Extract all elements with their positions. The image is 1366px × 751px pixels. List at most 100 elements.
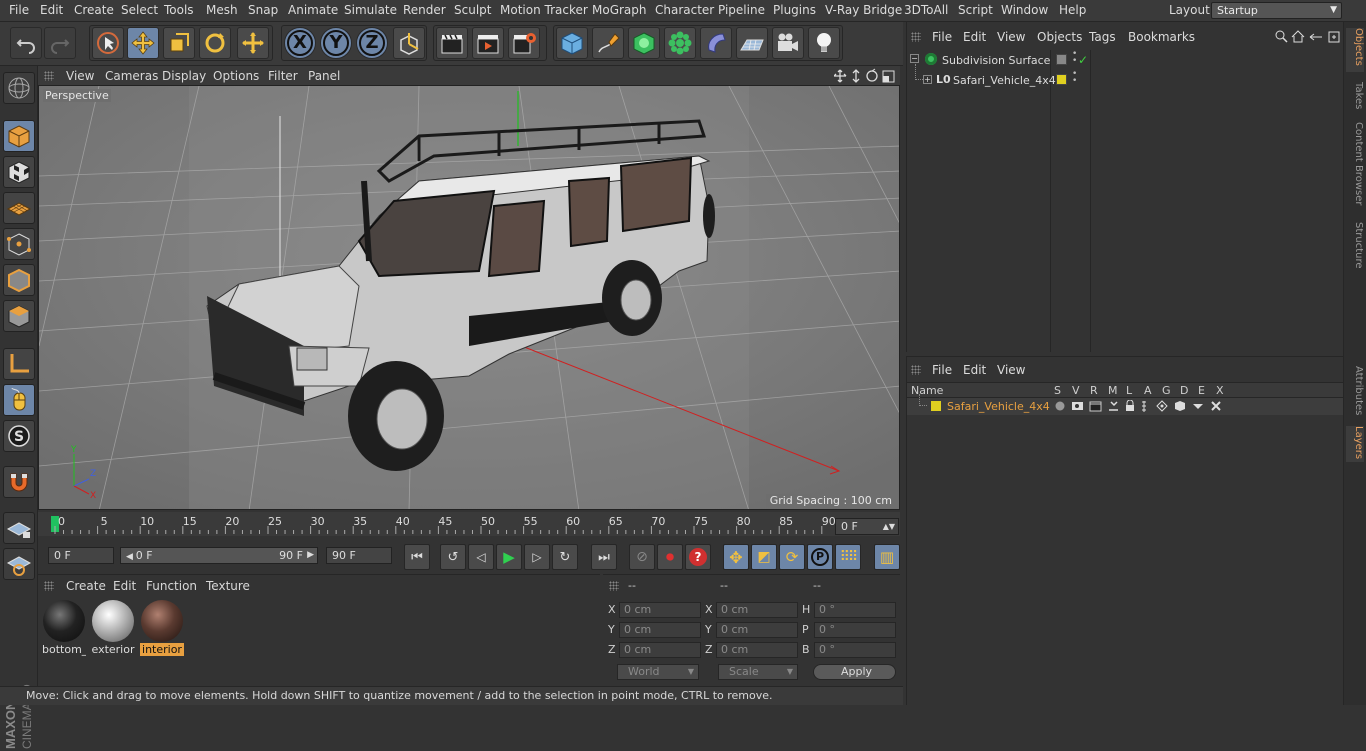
render-view-button[interactable] [436, 27, 468, 59]
perspective-viewport[interactable]: Y Z X Perspective Grid Spacing : 100 cm [38, 85, 900, 510]
layer-tag-icon[interactable] [1056, 54, 1067, 65]
timeline-window-button[interactable]: ▥ [874, 544, 900, 570]
object-menu-file[interactable]: File [932, 30, 952, 44]
object-menu-bookmarks[interactable]: Bookmarks [1128, 30, 1195, 44]
start-frame-field[interactable]: 0 F [48, 547, 114, 564]
coordinate-space-dropdown[interactable]: World ▼ [617, 664, 699, 680]
size-z-field[interactable]: 0 cm [716, 642, 798, 658]
menu-file[interactable]: File [9, 3, 29, 17]
layer-flag-icons[interactable] [1054, 400, 1234, 414]
floor-object-button[interactable] [736, 27, 768, 59]
redo-button[interactable] [44, 27, 76, 59]
tweak-mode-button[interactable] [3, 384, 35, 416]
tab-content-browser[interactable]: Content Browser [1346, 122, 1364, 212]
timeline-ruler[interactable]: 0 5 10 15 20 25 30 35 40 45 50 55 60 65 70 75 80 85 90 0 F… [38, 512, 900, 536]
viewport-menu-display[interactable]: Display [162, 69, 206, 83]
layer-menu-file[interactable]: File [932, 363, 952, 377]
expand-icon[interactable]: + [923, 75, 932, 84]
object-menu-view[interactable]: View [997, 30, 1025, 44]
object-menu-edit[interactable]: Edit [963, 30, 986, 44]
planar-workplane-button[interactable] [3, 548, 35, 580]
size-y-field[interactable]: 0 cm [716, 622, 798, 638]
transform-tool-button[interactable] [237, 27, 269, 59]
tab-objects[interactable]: Objects [1346, 28, 1364, 72]
next-frame-button[interactable]: ▷ [524, 544, 550, 570]
menu-mesh[interactable]: Mesh [206, 3, 238, 17]
menu-snap[interactable]: Snap [248, 3, 278, 17]
key-rotation-button[interactable]: ⟳ [779, 544, 805, 570]
texture-mode-button[interactable] [3, 156, 35, 188]
cube-object-button[interactable] [556, 27, 588, 59]
auto-key-button[interactable]: ? [685, 544, 711, 570]
size-x-field[interactable]: 0 cm [716, 602, 798, 618]
object-manager-toolbar-icons[interactable] [1274, 29, 1342, 45]
model-mode-button[interactable] [3, 120, 35, 152]
edges-mode-button[interactable] [3, 264, 35, 296]
deformer-button[interactable] [700, 27, 732, 59]
record-disabled-button[interactable]: ⊘ [629, 544, 655, 570]
scale-tool-button[interactable] [163, 27, 195, 59]
record-button[interactable]: ⏺ [657, 544, 683, 570]
z-axis-toggle[interactable]: Z [356, 27, 388, 59]
material-swatch-interior[interactable]: interior [140, 599, 184, 657]
menu-help[interactable]: Help [1059, 3, 1086, 17]
object-menu-tags[interactable]: Tags [1089, 30, 1116, 44]
layer-color-swatch[interactable] [1056, 74, 1067, 85]
menu-animate[interactable]: Animate [288, 3, 338, 17]
tab-structure[interactable]: Structure [1346, 222, 1364, 274]
menu-window[interactable]: Window [1001, 3, 1048, 17]
viewport-menu-options[interactable]: Options [213, 69, 259, 83]
goto-end-button[interactable]: ⏭ [591, 544, 617, 570]
menu-sculpt[interactable]: Sculpt [454, 3, 491, 17]
menu-3dtoall[interactable]: 3DToAll [904, 3, 948, 17]
undo-button[interactable] [10, 27, 42, 59]
material-menu-create[interactable]: Create [66, 579, 106, 593]
snap-button[interactable]: S [3, 420, 35, 452]
object-menu-objects[interactable]: Objects [1037, 30, 1082, 44]
viewport-menu-panel[interactable]: Panel [308, 69, 340, 83]
position-y-field[interactable]: 0 cm [619, 622, 701, 638]
position-x-field[interactable]: 0 cm [619, 602, 701, 618]
prev-frame-button[interactable]: ◁ [468, 544, 494, 570]
goto-start-button[interactable]: ⏮ [404, 544, 430, 570]
scale-mode-dropdown[interactable]: Scale ▼ [718, 664, 798, 680]
layer-menu-edit[interactable]: Edit [963, 363, 986, 377]
live-selection-button[interactable] [92, 27, 124, 59]
menu-tools[interactable]: Tools [164, 3, 194, 17]
viewport-menu-filter[interactable]: Filter [268, 69, 298, 83]
tree-row-subdivision[interactable]: − Subdivision Surface • • ✓ [907, 50, 1344, 71]
collapse-icon[interactable]: − [910, 54, 919, 63]
viewport-nav-icons[interactable] [834, 68, 898, 84]
rotate-tool-button[interactable] [199, 27, 231, 59]
key-position-button[interactable]: ✥ [723, 544, 749, 570]
menu-pipeline[interactable]: Pipeline [718, 3, 765, 17]
menu-vray-bridge[interactable]: V-Ray Bridge [825, 3, 902, 17]
layer-row[interactable]: Safari_Vehicle_4x4 [907, 394, 1344, 415]
play-button[interactable]: ▶ [496, 544, 522, 570]
lock-workplane-button[interactable] [3, 512, 35, 544]
next-keyframe-button[interactable]: ↻ [552, 544, 578, 570]
magnet-button[interactable] [3, 466, 35, 498]
menu-mograph[interactable]: MoGraph [592, 3, 647, 17]
material-menu-texture[interactable]: Texture [206, 579, 250, 593]
rotation-p-field[interactable]: 0 ° [814, 622, 896, 638]
array-object-button[interactable] [664, 27, 696, 59]
material-menu-edit[interactable]: Edit [113, 579, 136, 593]
tree-row-safari-vehicle[interactable]: + L0 Safari_Vehicle_4x4 • • [907, 64, 1344, 91]
viewport-menu-view[interactable]: View [66, 69, 94, 83]
layer-color-swatch[interactable] [931, 401, 941, 411]
material-swatch-bottom[interactable]: bottom_ [42, 599, 86, 657]
visibility-dots-icon[interactable]: • • [1072, 70, 1077, 86]
menu-motion-tracker[interactable]: Motion Tracker [500, 3, 588, 17]
polygons-mode-button[interactable] [3, 300, 35, 332]
checkmark-icon[interactable]: ✓ [1078, 53, 1088, 67]
x-axis-toggle[interactable]: X [284, 27, 316, 59]
visibility-dots-icon[interactable]: • • [1072, 50, 1077, 66]
viewport-menu-cameras[interactable]: Cameras [105, 69, 158, 83]
camera-object-button[interactable] [772, 27, 804, 59]
axis-mode-button[interactable] [3, 348, 35, 380]
tab-attributes[interactable]: Attributes [1346, 366, 1364, 418]
apply-button[interactable]: Apply [813, 664, 896, 680]
y-axis-toggle[interactable]: Y [320, 27, 352, 59]
frame-range-slider[interactable]: ◀ 0 F 90 F ▶ [120, 547, 318, 564]
